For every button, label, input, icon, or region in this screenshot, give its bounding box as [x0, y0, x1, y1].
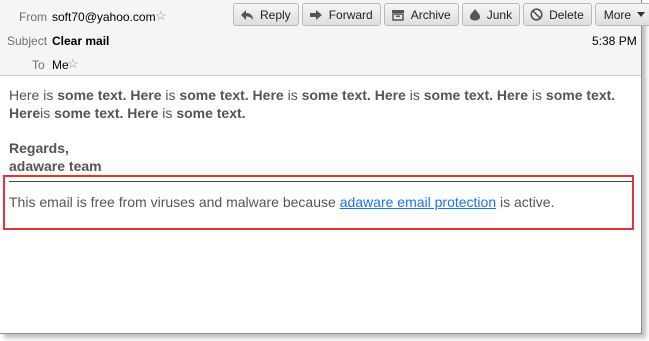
archive-icon	[391, 9, 405, 21]
subject-value: Clear mail	[52, 34, 110, 48]
body-text: is	[528, 87, 546, 103]
reply-label: Reply	[260, 7, 291, 22]
forward-icon	[309, 9, 323, 21]
body-text: is	[405, 87, 424, 103]
delete-label: Delete	[549, 7, 584, 22]
junk-label: Junk	[486, 7, 513, 22]
junk-icon	[469, 8, 481, 21]
junk-button[interactable]: Junk	[461, 3, 521, 26]
delete-button[interactable]: Delete	[523, 3, 592, 26]
body-bold-text: some text. Here	[423, 87, 529, 103]
forward-label: Forward	[328, 7, 373, 22]
signature-regards: Regards,	[9, 140, 69, 156]
archive-label: Archive	[410, 7, 451, 22]
body-bold-text: some text.	[176, 105, 246, 121]
more-label: More	[603, 7, 632, 22]
body-text: is	[40, 105, 55, 121]
to-label: To	[32, 58, 45, 72]
message-body: Here is some text. Here is some text. He…	[9, 86, 634, 122]
message-toolbar: Reply Forward Archive Junk Delete More	[233, 3, 649, 27]
body-bold-text: some text. Here	[54, 105, 159, 121]
subject-label: Subject	[7, 34, 48, 48]
chevron-down-icon	[637, 12, 646, 17]
body-bold-text: some text. Here	[57, 87, 162, 103]
reply-icon	[240, 9, 254, 21]
body-bold-text: some text. Here	[179, 87, 284, 103]
signature: Regards, adaware team	[9, 139, 102, 175]
message-time: 5:38 PM	[592, 34, 637, 48]
body-text: is	[161, 87, 180, 103]
delete-icon	[530, 8, 543, 21]
forward-button[interactable]: Forward	[301, 3, 381, 26]
email-window: From soft70@yahoo.com ☆ Subject Clear ma…	[0, 0, 649, 334]
more-button[interactable]: More	[594, 3, 649, 26]
message-header: From soft70@yahoo.com ☆ Subject Clear ma…	[0, 0, 649, 76]
body-text: Here is	[9, 87, 58, 103]
highlight-box	[3, 175, 634, 230]
reply-button[interactable]: Reply	[233, 3, 299, 26]
body-bold-text: some text. Here	[301, 87, 406, 103]
star-icon[interactable]: ☆	[67, 56, 79, 72]
body-text: is	[283, 87, 302, 103]
archive-button[interactable]: Archive	[383, 3, 459, 26]
from-label: From	[19, 10, 47, 24]
body-text: is	[158, 105, 177, 121]
signature-team: adaware team	[9, 158, 102, 174]
star-icon[interactable]: ☆	[155, 8, 167, 24]
from-address[interactable]: soft70@yahoo.com	[52, 10, 156, 24]
